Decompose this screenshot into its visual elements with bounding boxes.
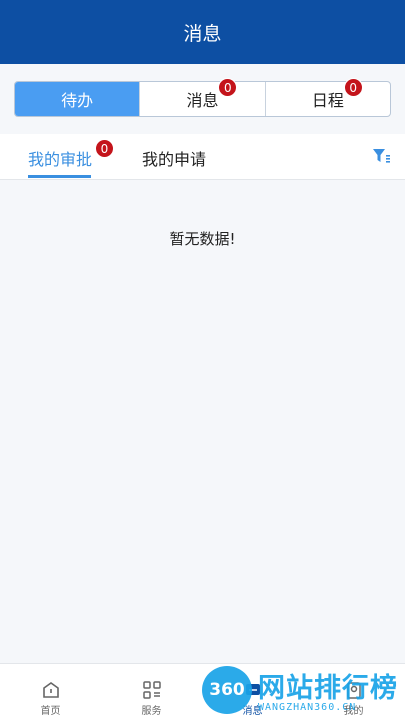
app-header: 消息: [0, 0, 405, 64]
tab-services[interactable]: 服务: [101, 664, 202, 720]
bottom-tab-bar: 首页 服务 消息 我的: [0, 663, 405, 720]
tab-messages[interactable]: 消息: [202, 664, 303, 720]
segment-label: 日程: [311, 91, 344, 110]
segment-schedule[interactable]: 日程 0: [266, 78, 390, 116]
unread-badge: 0: [218, 78, 238, 97]
tab-mine[interactable]: 我的: [303, 664, 404, 720]
subtab-my-approvals[interactable]: 我的审批: [28, 146, 92, 170]
tab-label: 消息: [242, 706, 263, 717]
user-icon: [346, 682, 361, 699]
segment-label: 消息: [186, 91, 219, 110]
subtab-bar: 我的审批 0 我的申请: [0, 134, 405, 180]
home-icon: [42, 682, 59, 698]
unread-badge: 0: [343, 78, 363, 97]
page-title: 消息: [183, 22, 222, 45]
segment-label: 待办: [61, 91, 94, 110]
filter-icon[interactable]: [372, 147, 390, 165]
subtab-my-requests[interactable]: 我的申请: [142, 146, 206, 170]
tab-label: 服务: [141, 706, 162, 717]
approval-count-badge: 0: [95, 139, 114, 158]
active-tab-indicator: [28, 175, 91, 178]
tab-label: 首页: [40, 706, 61, 717]
tab-home[interactable]: 首页: [0, 664, 101, 720]
empty-state-text: 暂无数据!: [169, 230, 236, 248]
message-icon: [245, 684, 260, 695]
grid-icon: [142, 681, 161, 699]
segment-todo[interactable]: 待办: [15, 82, 141, 116]
segment-messages[interactable]: 消息 0: [140, 78, 266, 116]
category-segmented-control: 待办 消息 0 日程 0: [14, 78, 391, 117]
tab-label: 我的: [343, 706, 364, 717]
